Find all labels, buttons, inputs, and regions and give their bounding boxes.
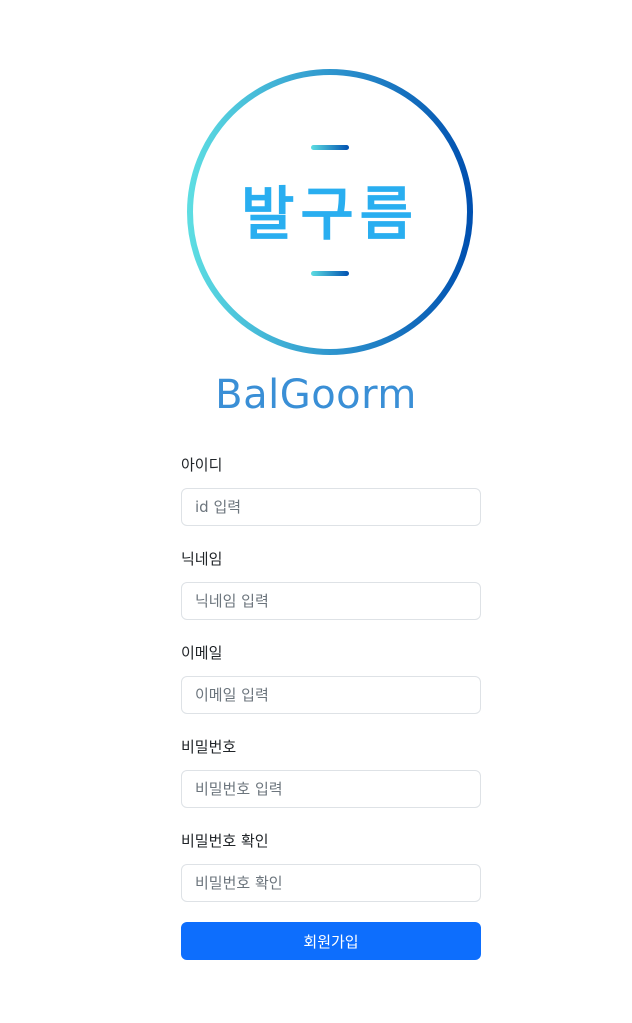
logo-text: 발구름	[241, 180, 419, 248]
signup-button[interactable]: 회원가입	[181, 922, 481, 960]
nickname-field-group: 닉네임	[181, 544, 481, 620]
logo-bottom-bar	[311, 271, 349, 276]
id-field-group: 아이디	[181, 450, 481, 526]
brand-name: BalGoorm	[215, 372, 417, 418]
id-input[interactable]	[181, 488, 481, 526]
password-confirm-field-group: 비밀번호 확인	[181, 826, 481, 902]
password-label: 비밀번호	[181, 738, 237, 756]
nickname-label: 닉네임	[181, 550, 223, 568]
logo-graphic: 발구름	[187, 69, 473, 355]
email-field-group: 이메일	[181, 638, 481, 714]
signup-form: 아이디 닉네임 이메일 비밀번호 비밀번호 확인	[181, 450, 481, 920]
logo: 발구름	[186, 68, 474, 356]
password-confirm-input[interactable]	[181, 864, 481, 902]
password-field-group: 비밀번호	[181, 732, 481, 808]
email-label: 이메일	[181, 644, 223, 662]
id-label: 아이디	[181, 456, 223, 474]
password-confirm-label: 비밀번호 확인	[181, 832, 269, 850]
logo-top-bar	[311, 145, 349, 150]
email-input[interactable]	[181, 676, 481, 714]
password-input[interactable]	[181, 770, 481, 808]
nickname-input[interactable]	[181, 582, 481, 620]
